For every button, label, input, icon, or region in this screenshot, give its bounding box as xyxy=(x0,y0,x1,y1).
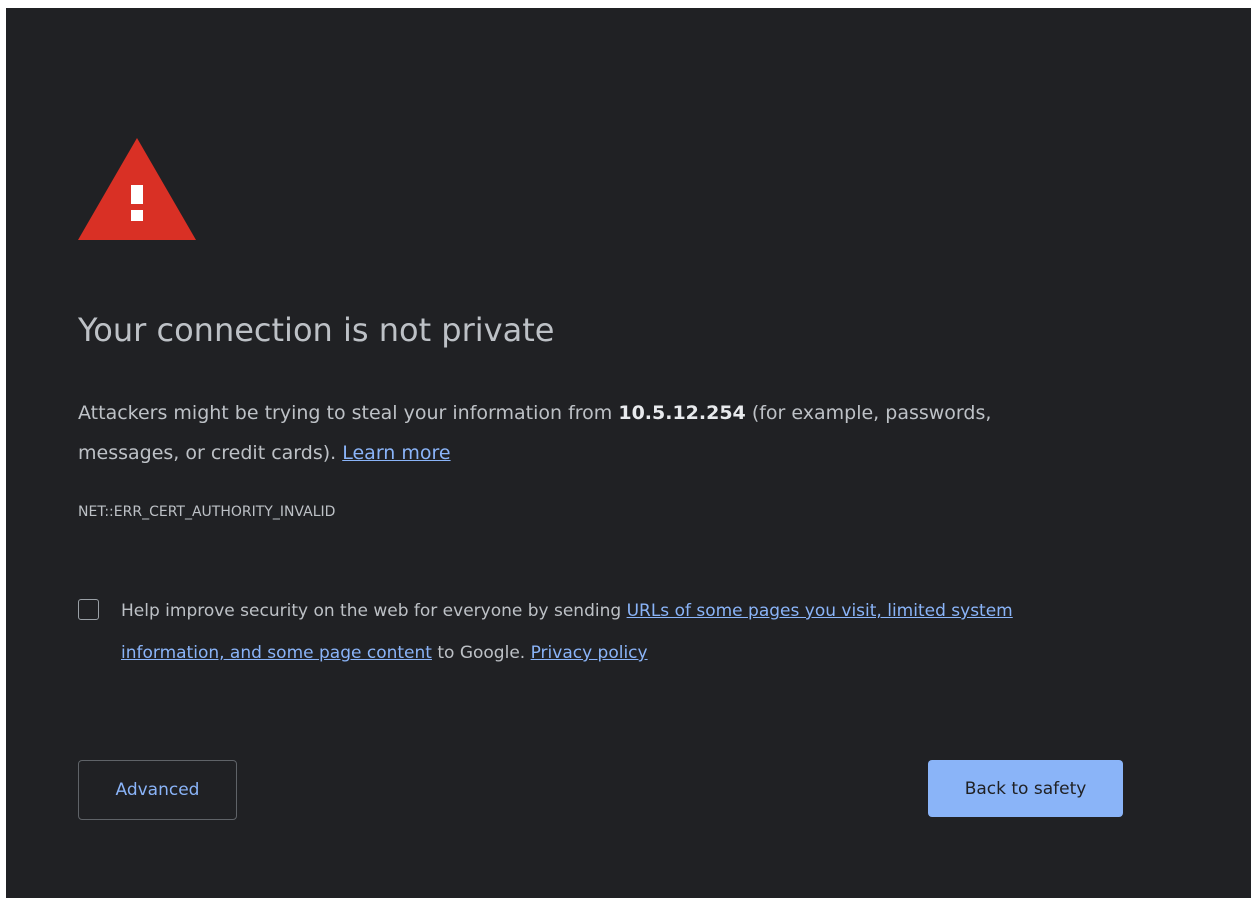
optin-middle: to Google. xyxy=(437,643,526,663)
host-address: 10.5.12.254 xyxy=(618,402,746,424)
advanced-button[interactable]: Advanced xyxy=(78,760,237,820)
error-message: Attackers might be trying to steal your … xyxy=(78,393,1078,473)
warning-triangle-icon xyxy=(78,138,196,240)
page-title: Your connection is not private xyxy=(78,311,555,349)
optin-checkbox[interactable] xyxy=(78,599,99,620)
message-prefix: Attackers might be trying to steal your … xyxy=(78,402,613,424)
interstitial-page: Your connection is not private Attackers… xyxy=(6,8,1251,898)
error-code: NET::ERR_CERT_AUTHORITY_INVALID xyxy=(78,504,336,520)
optin-text: Help improve security on the web for eve… xyxy=(121,590,1121,674)
back-to-safety-button[interactable]: Back to safety xyxy=(928,760,1123,817)
privacy-policy-link[interactable]: Privacy policy xyxy=(531,643,648,663)
optin-prefix: Help improve security on the web for eve… xyxy=(121,601,622,621)
learn-more-link[interactable]: Learn more xyxy=(342,442,450,464)
